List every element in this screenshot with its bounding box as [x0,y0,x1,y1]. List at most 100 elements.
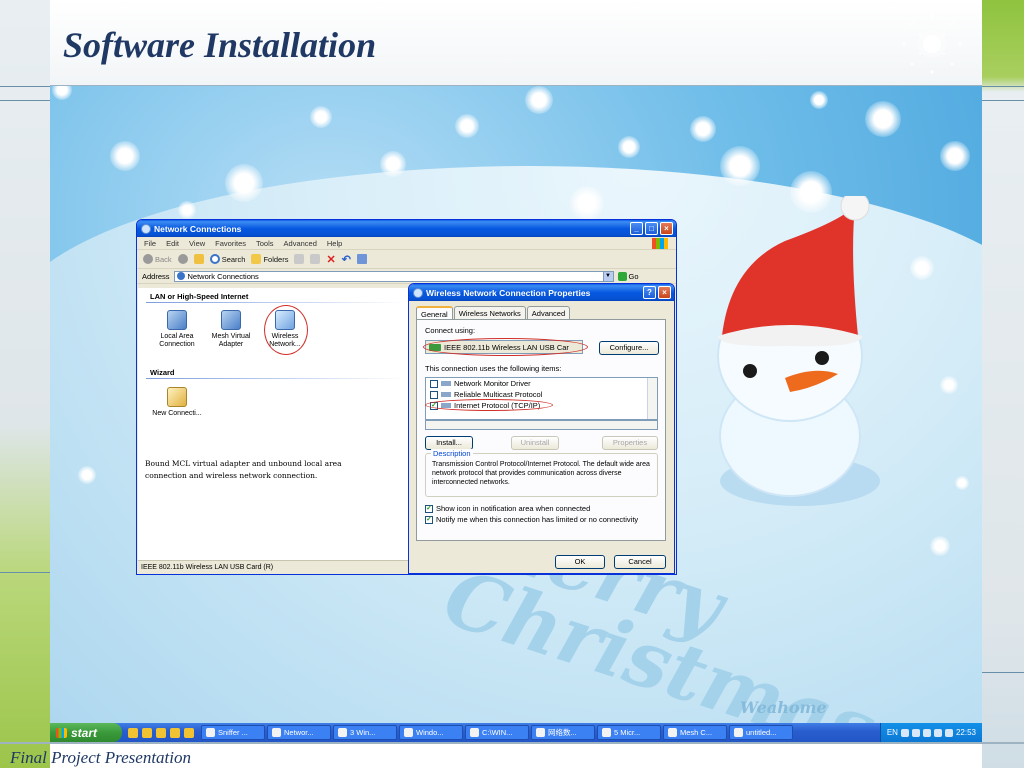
back-button[interactable]: Back [143,254,172,264]
quick-launch-icon[interactable] [184,727,194,738]
tray-icon[interactable] [933,728,942,737]
item-checkbox[interactable] [430,390,438,399]
copy-icon [310,254,321,264]
snowflake [570,186,604,220]
address-field[interactable]: Network Connections ▼ [173,270,614,282]
taskbar-button[interactable]: 3 Win... [333,725,397,740]
tray-icon[interactable] [911,728,920,737]
folders-button[interactable]: Folders [251,254,288,264]
slide-footer: Final Project Presentation [10,748,191,767]
undo-button[interactable]: ↶ [342,253,351,266]
ok-button[interactable]: OK [555,555,605,569]
snowflake [110,141,140,171]
search-label: Search [221,254,246,264]
connection-local-area[interactable]: Local Area Connection [152,310,202,350]
taskbar-button[interactable]: Networ... [267,725,331,740]
dialog-close-button[interactable]: × [658,286,671,299]
clock[interactable]: 22:53 [956,728,976,737]
up-folder-button[interactable] [193,254,204,264]
start-button[interactable]: start [50,723,122,742]
snowflake [690,116,716,142]
right-decor-bar [982,0,1024,768]
install-button[interactable]: Install... [425,436,473,450]
taskbar-button[interactable]: C:\WIN... [465,725,529,740]
quick-launch-icon[interactable] [170,727,180,738]
snowflake [955,476,969,490]
connection-mesh-virtual[interactable]: Mesh Virtual Adapter [206,310,256,350]
list-vertical-scrollbar[interactable] [647,378,657,419]
new-connection-wizard[interactable]: New Connecti... [152,387,202,418]
snowflake [178,201,196,219]
snowflake [380,151,406,177]
quick-launch [122,727,200,738]
app-icon [602,728,611,737]
menu-edit[interactable]: Edit [166,239,179,248]
configure-button[interactable]: Configure... [599,341,659,355]
search-button[interactable]: Search [209,254,246,264]
properties-button[interactable]: Properties [602,436,658,450]
show-icon-checkbox[interactable]: ✓ [425,504,433,513]
help-button[interactable]: ? [643,286,656,299]
move-to-button[interactable] [294,254,305,264]
connection-label: Mesh Virtual Adapter [211,333,251,349]
undo-icon: ↶ [341,253,351,266]
dialog-titlebar[interactable]: Wireless Network Connection Properties ?… [409,284,674,301]
task-label: Mesh C... [680,728,713,737]
app-icon [668,728,677,737]
up-folder-icon [193,254,204,264]
sparkle-icon [902,14,962,74]
network-window-titlebar[interactable]: Network Connections _ □ × [137,220,676,237]
copy-to-button[interactable] [310,254,321,264]
description-group: Description Transmission Control Protoco… [425,449,658,497]
task-label: Sniffer ... [218,728,248,737]
item-checkbox[interactable] [430,379,438,388]
list-item[interactable]: Network Monitor Driver [426,378,657,389]
folder-icon [251,254,262,264]
list-item[interactable]: Reliable Multicast Protocol [426,389,657,400]
tray-icon[interactable] [922,728,931,737]
uninstall-button[interactable]: Uninstall [511,436,559,450]
search-icon [209,254,220,264]
items-list[interactable]: Network Monitor Driver Reliable Multicas… [425,377,658,420]
address-dropdown-icon[interactable]: ▼ [602,271,613,281]
notify-option[interactable]: ✓ Notify me when this connection has lim… [425,515,638,524]
taskbar-button[interactable]: untitled... [729,725,793,740]
forward-button[interactable] [177,254,188,264]
connection-label: Local Area Connection [159,333,195,349]
protocol-icon [441,381,451,386]
snowflake [940,376,958,394]
taskbar-button[interactable]: Sniffer ... [201,725,265,740]
menu-help[interactable]: Help [327,239,342,248]
list-horizontal-scrollbar[interactable] [425,420,658,430]
taskbar-button[interactable]: Windo... [399,725,463,740]
maximize-button[interactable]: □ [645,222,658,235]
go-button[interactable]: Go [617,271,639,281]
menu-favorites[interactable]: Favorites [215,239,246,248]
menu-view[interactable]: View [189,239,205,248]
language-indicator[interactable]: EN [887,728,898,737]
snowflake [865,101,901,137]
notify-checkbox[interactable]: ✓ [425,515,433,524]
taskbar-button[interactable]: Mesh C... [663,725,727,740]
notify-label: Notify me when this connection has limit… [436,515,639,524]
close-button[interactable]: × [660,222,673,235]
quick-launch-icon[interactable] [128,727,138,738]
menu-file[interactable]: File [144,239,156,248]
menu-advanced[interactable]: Advanced [284,239,317,248]
task-label: 3 Win... [350,728,376,737]
delete-button[interactable]: ✕ [326,253,335,266]
tray-icon[interactable] [900,728,909,737]
snowflake [78,466,96,484]
cancel-button[interactable]: Cancel [614,555,666,569]
views-button[interactable] [356,254,367,264]
menu-tools[interactable]: Tools [256,239,274,248]
start-label: start [71,725,98,740]
taskbar-button[interactable]: 网络数... [531,725,595,740]
quick-launch-icon[interactable] [156,727,166,738]
address-value: Network Connections [187,271,259,281]
quick-launch-icon[interactable] [142,727,152,738]
show-icon-option[interactable]: ✓ Show icon in notification area when co… [425,504,590,513]
tray-icon[interactable] [944,728,953,737]
taskbar-button[interactable]: 5 Micr... [597,725,661,740]
minimize-button[interactable]: _ [630,222,643,235]
